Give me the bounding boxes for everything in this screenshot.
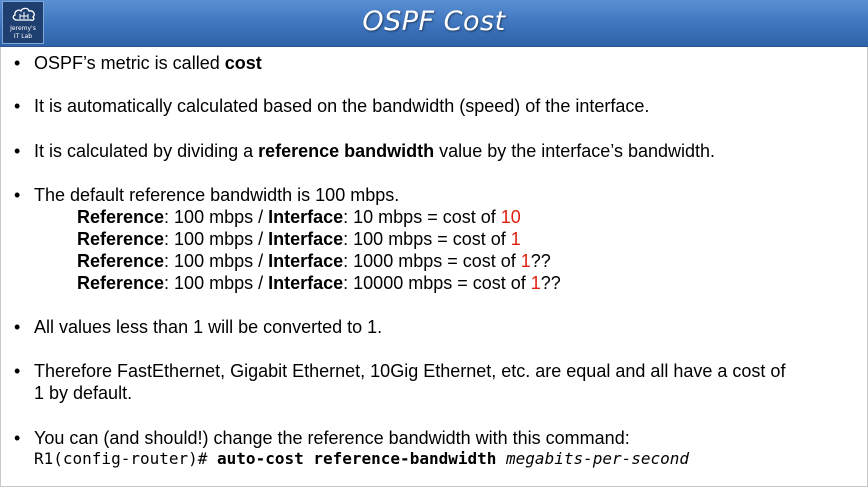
reference-label: Reference (77, 273, 165, 293)
bullet-text: OSPF’s metric is called (34, 53, 225, 73)
cost-value: 1 (520, 251, 531, 271)
interface-value: : 10000 mbps = cost of (343, 273, 531, 293)
reference-label: Reference (77, 229, 165, 249)
reference-label: Reference (77, 207, 165, 227)
cli-command-argument: megabits-per-second (506, 449, 690, 468)
bullet-auto-calculated: It is automatically calculated based on … (34, 96, 650, 116)
interface-label: Interface (268, 273, 344, 293)
bullet-default-reference: The default reference bandwidth is 100 m… (34, 185, 400, 205)
bullet-marker: • (14, 96, 21, 116)
example-row: Reference: 100 mbps / Interface: 10 mbps… (77, 206, 521, 228)
bullet-text: value by the interface’s bandwidth. (434, 141, 716, 161)
cost-suffix: ?? (530, 251, 551, 271)
bullet-equal-costs-line2: 1 by default. (34, 383, 133, 403)
bullet-marker: • (14, 185, 21, 205)
cost-value: 10 (500, 207, 521, 227)
reference-value: : 100 mbps / (164, 273, 269, 293)
bullet-marker: • (14, 141, 21, 161)
reference-value: : 100 mbps / (164, 251, 269, 271)
bullet-equal-costs-line1: Therefore FastEthernet, Gigabit Ethernet… (34, 361, 786, 381)
example-row: Reference: 100 mbps / Interface: 10000 m… (77, 272, 561, 294)
cost-value: 1 (530, 273, 541, 293)
reference-label: Reference (77, 251, 165, 271)
bullet-text: It is calculated by dividing a (34, 141, 259, 161)
example-row: Reference: 100 mbps / Interface: 1000 mb… (77, 250, 551, 272)
interface-label: Interface (268, 207, 344, 227)
bullet-calculation: It is calculated by dividing a reference… (34, 140, 715, 162)
slide-title: OSPF Cost (362, 6, 506, 37)
interface-value: : 1000 mbps = cost of (343, 251, 521, 271)
reference-value: : 100 mbps / (164, 229, 269, 249)
bullet-values-less-than-one: All values less than 1 will be converted… (34, 317, 383, 337)
slide-header: Jeremy's IT Lab OSPF Cost (0, 0, 868, 47)
cli-prompt: R1(config-router)# (34, 449, 218, 468)
bullet-marker: • (14, 53, 21, 73)
example-row: Reference: 100 mbps / Interface: 100 mbp… (77, 228, 521, 250)
cli-command: R1(config-router)# auto-cost reference-b… (34, 448, 689, 470)
bullet-marker: • (14, 428, 21, 448)
bullet-marker: • (14, 317, 21, 337)
interface-label: Interface (268, 229, 344, 249)
bullet-marker: • (14, 361, 21, 381)
bullet-bold-term: reference bandwidth (258, 141, 435, 161)
bullet-change-reference: You can (and should!) change the referen… (34, 428, 630, 448)
cost-suffix: ?? (540, 273, 561, 293)
reference-value: : 100 mbps / (164, 207, 269, 227)
cost-value: 1 (510, 229, 521, 249)
bullet-bold-term: cost (224, 53, 262, 73)
interface-value: : 100 mbps = cost of (343, 229, 511, 249)
interface-value: : 10 mbps = cost of (343, 207, 501, 227)
cli-command-keyword: auto-cost reference-bandwidth (217, 449, 497, 468)
bullet-metric-cost: OSPF’s metric is called cost (34, 52, 262, 74)
interface-label: Interface (268, 251, 344, 271)
